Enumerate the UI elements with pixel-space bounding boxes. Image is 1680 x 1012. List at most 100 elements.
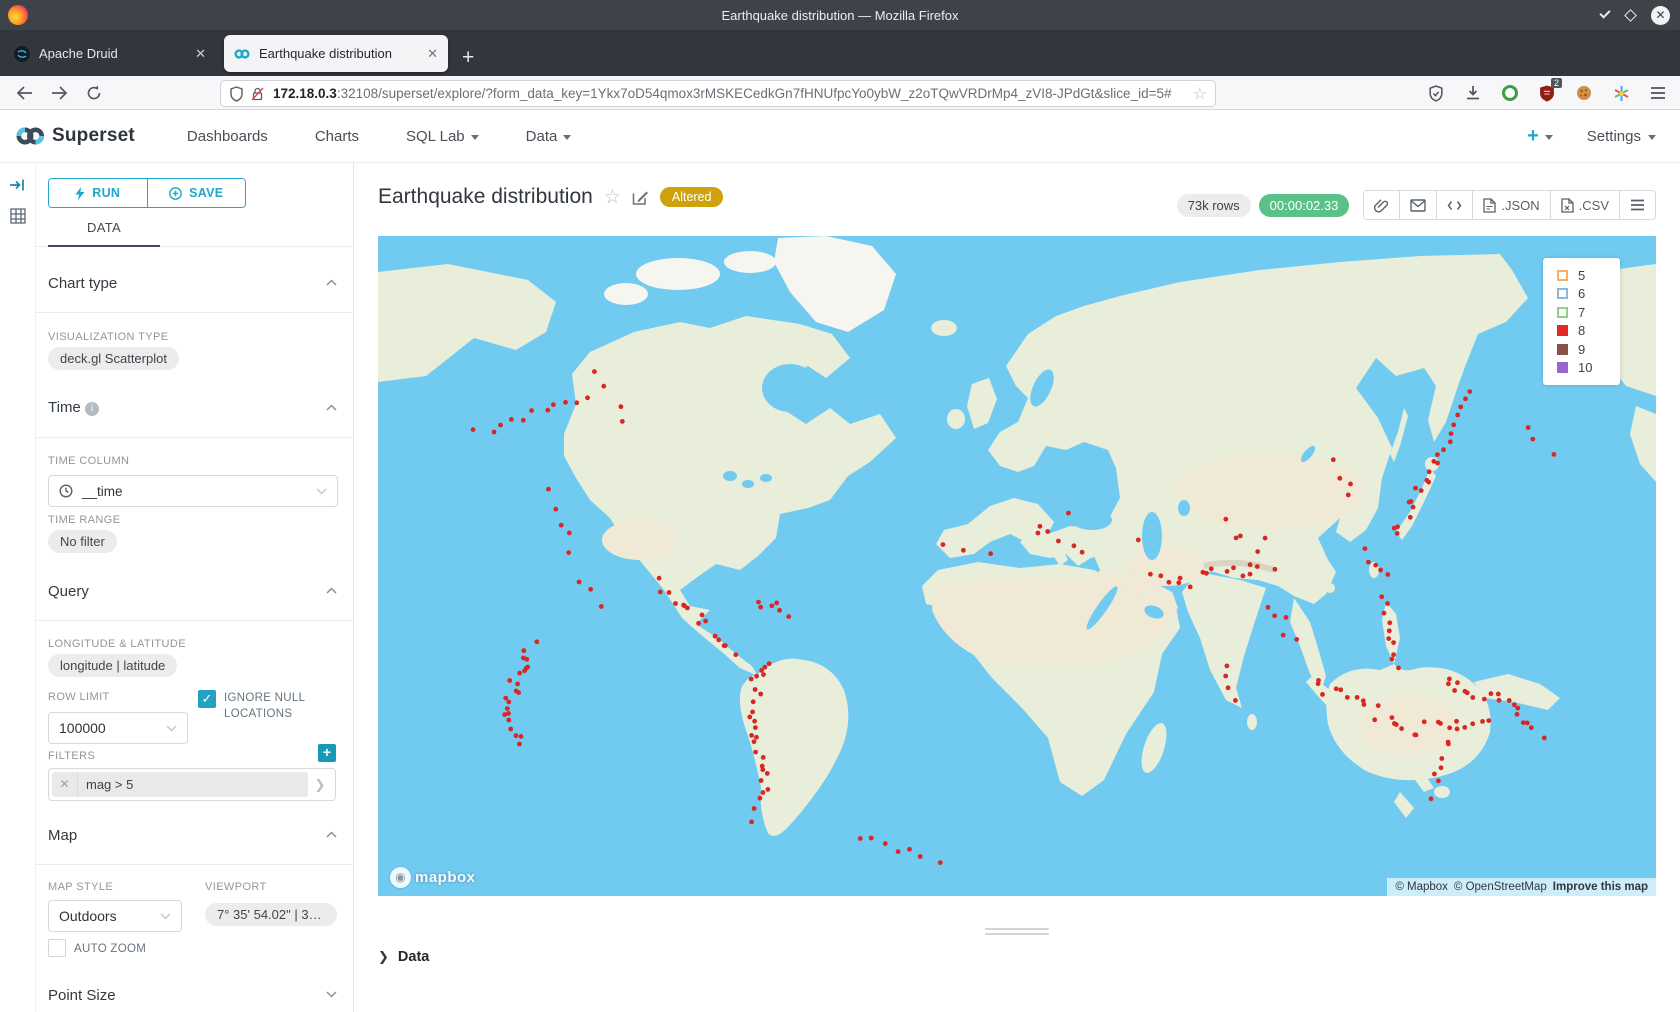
chevron-right-icon[interactable]: ❯ <box>308 777 332 793</box>
favorite-star-icon[interactable]: ☆ <box>604 186 621 209</box>
bookmark-star-icon[interactable]: ☆ <box>1193 84 1207 104</box>
remove-filter-icon[interactable]: ✕ <box>52 772 78 797</box>
ignore-null-checkbox[interactable]: ✓ <box>198 690 216 708</box>
copy-link-button[interactable] <box>1364 191 1400 219</box>
auto-zoom-checkbox[interactable] <box>48 939 66 957</box>
embed-code-button[interactable] <box>1437 191 1473 219</box>
section-point-size[interactable]: Point Size <box>48 987 116 1004</box>
osm-attribution-link[interactable]: © OpenStreetMap <box>1454 881 1547 893</box>
protections-shield-icon[interactable] <box>1424 81 1448 105</box>
legend-item: 7 <box>1557 304 1620 321</box>
export-json-button[interactable]: .JSON <box>1473 191 1550 219</box>
url-text: 172.18.0.3:32108/superset/explore/?form_… <box>273 86 1193 101</box>
lightning-bolt-icon <box>75 187 85 200</box>
data-panel-toggle[interactable]: ❯ Data <box>378 949 429 965</box>
chevron-up-icon[interactable] <box>326 831 337 838</box>
chevron-down-icon <box>1648 135 1656 140</box>
chart-control-panel: RUN SAVE DATA Chart type VISUALIZATION T… <box>36 163 354 1012</box>
tab-apache-druid[interactable]: Apache Druid ✕ <box>4 35 216 72</box>
chevron-up-icon[interactable] <box>326 279 337 286</box>
section-query[interactable]: Query <box>48 583 89 600</box>
nav-data[interactable]: Data <box>526 128 572 145</box>
new-tab-button[interactable]: + <box>462 48 474 68</box>
save-button[interactable]: SAVE <box>148 179 246 207</box>
extension-badge: 2 <box>1551 78 1562 88</box>
world-map <box>378 236 1656 896</box>
map-style-label: MAP STYLE <box>48 881 113 893</box>
tracking-shield-icon[interactable] <box>229 86 244 102</box>
window-minimize-icon[interactable] <box>1599 7 1610 18</box>
ublock-shield-icon[interactable]: 2 <box>1535 81 1559 105</box>
back-button[interactable] <box>16 86 33 100</box>
legend-item: 6 <box>1557 286 1620 303</box>
reload-button[interactable] <box>86 85 102 101</box>
nav-dashboards[interactable]: Dashboards <box>187 128 268 145</box>
divider <box>36 620 353 621</box>
extension-green-ring-icon[interactable] <box>1498 81 1522 105</box>
superset-logo[interactable]: Superset <box>14 122 135 150</box>
tab-close-icon[interactable]: ✕ <box>195 46 206 62</box>
deckgl-map[interactable]: 5678910 ◉ mapbox © Mapbox © OpenStreetMa… <box>378 236 1656 896</box>
mapbox-circle-icon: ◉ <box>390 867 411 888</box>
mapbox-logo[interactable]: ◉ mapbox <box>390 867 476 888</box>
row-limit-select[interactable]: 100000 <box>48 712 188 744</box>
chevron-up-icon[interactable] <box>326 404 337 411</box>
divider <box>36 437 353 438</box>
browser-window: Earthquake distribution — Mozilla Firefo… <box>0 0 1680 1012</box>
menu-hamburger-icon[interactable] <box>1646 81 1670 105</box>
new-item-button[interactable]: + <box>1527 125 1553 148</box>
tab-data[interactable]: DATA <box>48 220 160 235</box>
tab-earthquake-distribution[interactable]: Earthquake distribution ✕ <box>224 35 448 72</box>
legend-label: 10 <box>1578 360 1592 375</box>
cookie-icon[interactable] <box>1572 81 1596 105</box>
insecure-lock-icon[interactable] <box>250 86 265 102</box>
time-range-value[interactable]: No filter <box>48 530 117 553</box>
legend-label: 9 <box>1578 342 1585 357</box>
more-options-button[interactable] <box>1620 191 1655 219</box>
forward-button[interactable] <box>51 86 68 100</box>
email-button[interactable] <box>1400 191 1437 219</box>
filter-value: mag > 5 <box>86 777 133 792</box>
divider <box>36 312 353 313</box>
mapbox-attribution-link[interactable]: © Mapbox <box>1395 881 1448 893</box>
query-timer-badge: 00:00:02.33 <box>1259 194 1350 217</box>
chevron-down-icon[interactable] <box>326 991 337 998</box>
improve-map-link[interactable]: Improve this map <box>1553 881 1648 893</box>
section-chart-type[interactable]: Chart type <box>48 275 117 292</box>
row-count-badge: 73k rows <box>1177 194 1251 217</box>
nav-charts[interactable]: Charts <box>315 128 359 145</box>
dataset-grid-icon[interactable] <box>9 207 27 225</box>
legend-swatch <box>1557 288 1568 299</box>
section-time[interactable]: Time i <box>48 399 99 416</box>
downloads-icon[interactable] <box>1461 81 1485 105</box>
window-close-icon[interactable]: ✕ <box>1651 6 1670 25</box>
visualization-type-value[interactable]: deck.gl Scatterplot <box>48 347 179 370</box>
collapse-dataset-panel-icon[interactable] <box>9 177 26 193</box>
lonlat-value[interactable]: longitude | latitude <box>48 654 177 677</box>
plus-circle-icon <box>169 187 182 200</box>
map-style-select[interactable]: Outdoors <box>48 900 182 932</box>
window-maximize-icon[interactable] <box>1624 9 1637 22</box>
map-attribution: © Mapbox © OpenStreetMap Improve this ma… <box>1387 878 1656 896</box>
add-filter-button[interactable]: + <box>318 744 336 762</box>
tab-label: Apache Druid <box>39 46 187 61</box>
section-map[interactable]: Map <box>48 827 77 844</box>
time-column-select[interactable]: __time <box>48 475 338 507</box>
tab-bar: Apache Druid ✕ Earthquake distribution ✕… <box>0 30 1680 76</box>
legend-label: 7 <box>1578 305 1585 320</box>
url-bar[interactable]: 172.18.0.3:32108/superset/explore/?form_… <box>220 80 1216 107</box>
export-csv-button[interactable]: .CSV <box>1551 191 1620 219</box>
browser-toolbar: 172.18.0.3:32108/superset/explore/?form_… <box>0 76 1680 110</box>
tab-close-icon[interactable]: ✕ <box>427 46 438 62</box>
multicolor-asterisk-icon[interactable] <box>1609 81 1633 105</box>
viewport-value[interactable]: 7° 35' 54.02" | 31... <box>205 903 337 926</box>
filter-chip[interactable]: ✕ mag > 5 <box>52 772 308 797</box>
nav-sql-lab[interactable]: SQL Lab <box>406 128 479 145</box>
settings-menu[interactable]: Settings <box>1587 128 1656 145</box>
panel-resize-handle[interactable] <box>985 928 1049 938</box>
chart-title: Earthquake distribution <box>378 185 593 209</box>
run-button[interactable]: RUN <box>49 179 148 207</box>
window-title: Earthquake distribution — Mozilla Firefo… <box>0 8 1680 23</box>
edit-pencil-icon[interactable] <box>632 189 649 206</box>
chevron-up-icon[interactable] <box>326 587 337 594</box>
